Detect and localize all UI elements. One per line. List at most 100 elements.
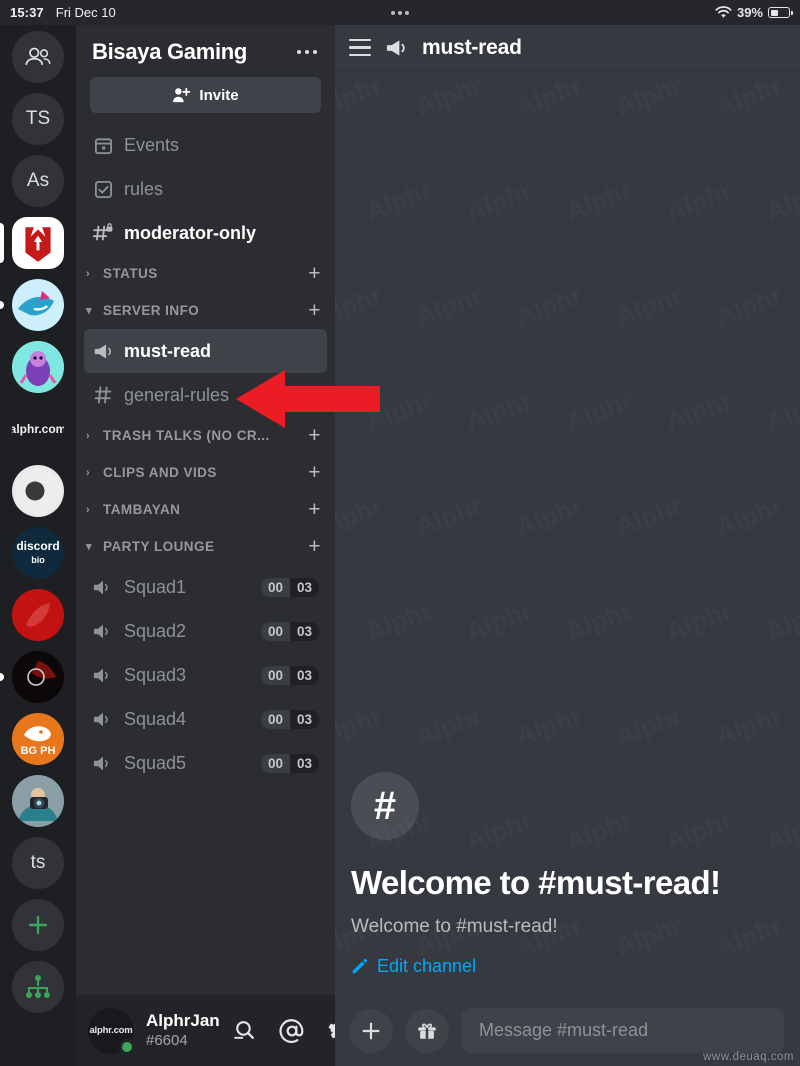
rail-server-photographer[interactable] — [0, 775, 76, 827]
background-watermark: Alphr — [712, 700, 786, 752]
photographer-avatar — [12, 775, 64, 827]
background-watermark: Alphr — [412, 71, 486, 123]
voice-capacity-badge: 00 03 — [260, 753, 319, 773]
channel-squad5[interactable]: Squad5 00 03 — [84, 741, 327, 785]
voice-capacity-badge: 00 03 — [260, 621, 319, 641]
rail-avatar-label: TS — [12, 93, 64, 145]
chevron-right-icon: › — [86, 267, 91, 280]
category-tambayan[interactable]: › TAMBAYAN + — [80, 491, 331, 528]
channel-label: rules — [124, 178, 164, 199]
rail-server-ts-lower[interactable]: ts — [0, 837, 76, 889]
rail-server-bgph[interactable]: BG PH — [0, 713, 76, 765]
svg-text:BG PH: BG PH — [21, 745, 56, 757]
add-channel-button[interactable]: + — [302, 462, 321, 483]
background-watermark: Alphr — [335, 700, 386, 752]
channel-squad1[interactable]: Squad1 00 03 — [84, 565, 327, 609]
background-watermark: Alphr — [512, 280, 586, 332]
channel-squad2[interactable]: Squad2 00 03 — [84, 609, 327, 653]
avatar[interactable]: alphr.com — [88, 1007, 135, 1055]
welcome-block: # Welcome to #must-read! Welcome to #mus… — [351, 772, 780, 977]
background-watermark: Alphr — [612, 700, 686, 752]
search-icon[interactable] — [232, 1018, 257, 1043]
rail-server-ts[interactable]: TS — [0, 93, 76, 145]
channel-sidebar: Bisaya Gaming Invite Events rules moderato… — [76, 25, 352, 1066]
server-rail[interactable]: TS As alphr.com discord bio BG PH ts — [0, 25, 76, 1066]
background-watermark: Alphr — [412, 700, 486, 752]
add-channel-button[interactable]: + — [302, 499, 321, 520]
channel-squad3[interactable]: Squad3 00 03 — [84, 653, 327, 697]
channel-label: Squad3 — [124, 664, 187, 685]
background-watermark: Alphr — [412, 280, 486, 332]
background-watermark: Alphr — [512, 700, 586, 752]
wifi-icon — [715, 6, 732, 18]
category-party-lounge[interactable]: ▾ PARTY LOUNGE + — [80, 528, 331, 565]
message-composer: Message #must-read www.deuaq.com — [335, 995, 800, 1066]
channel-list[interactable]: Events rules moderator-only › STATUS + ▾ SERVER… — [76, 123, 335, 995]
background-watermark: Alphr — [462, 385, 536, 437]
add-channel-button[interactable]: + — [302, 300, 321, 321]
edit-channel-link[interactable]: Edit channel — [351, 956, 780, 977]
channel-squad4[interactable]: Squad4 00 03 — [84, 697, 327, 741]
chat-message-area[interactable]: # Welcome to #must-read! Welcome to #mus… — [335, 71, 800, 995]
status-bar: 15:37 Fri Dec 10 39% — [0, 0, 800, 25]
rail-server-a-logo[interactable] — [0, 465, 76, 517]
channel-events[interactable]: Events — [84, 123, 327, 167]
background-watermark: Alphr — [762, 595, 800, 647]
background-watermark: Alphr — [335, 280, 386, 332]
voice-limit-count: 03 — [289, 753, 319, 773]
red-pointer-arrow — [236, 370, 380, 428]
rail-avatar-label: alphr.com — [12, 403, 64, 455]
server-options-button[interactable] — [295, 44, 320, 61]
voice-occupied-count: 00 — [260, 753, 290, 773]
splatter-avatar — [12, 651, 64, 703]
background-watermark: Alphr — [712, 490, 786, 542]
speaker-icon — [92, 708, 114, 730]
add-attachment-button[interactable] — [349, 1008, 393, 1053]
red-banner-icon — [12, 217, 64, 269]
server-name[interactable]: Bisaya Gaming — [92, 39, 247, 65]
background-watermark: Alphr — [612, 71, 686, 123]
channel-label: Squad2 — [124, 620, 187, 641]
edit-channel-label: Edit channel — [377, 956, 477, 976]
rail-server-as[interactable]: As — [0, 155, 76, 207]
mentions-icon[interactable] — [279, 1018, 305, 1044]
category-status[interactable]: › STATUS + — [80, 255, 331, 292]
background-watermark: Alphr — [712, 71, 786, 123]
category-label: CLIPS AND VIDS — [103, 465, 217, 480]
chat-column: must-read # Welcome to #must-read! Welco… — [335, 25, 800, 1066]
channel-moderator-only[interactable]: moderator-only — [84, 211, 327, 255]
rail-server-alphr[interactable]: alphr.com — [0, 403, 76, 455]
rail-server-dark-splatter[interactable] — [0, 651, 76, 703]
rail-server-red-avatar[interactable] — [0, 589, 76, 641]
background-watermark: Alphr — [762, 175, 800, 227]
channel-rules[interactable]: rules — [84, 167, 327, 211]
background-watermark: Alphr — [512, 71, 586, 123]
rail-server-discord-bio[interactable]: discord bio — [0, 527, 76, 579]
invite-button[interactable]: Invite — [90, 77, 321, 113]
rail-friends-home[interactable] — [0, 31, 76, 83]
background-watermark: Alphr — [612, 490, 686, 542]
status-bar-date: Fri Dec 10 — [55, 5, 116, 20]
rail-server-purple-character[interactable] — [0, 341, 76, 393]
message-input[interactable]: Message #must-read — [461, 1008, 784, 1053]
add-channel-button[interactable]: + — [302, 536, 321, 557]
background-watermark: Alphr — [562, 385, 636, 437]
category-server-info[interactable]: ▾ SERVER INFO + — [80, 292, 331, 329]
gift-button[interactable] — [405, 1008, 449, 1053]
app-body: TS As alphr.com discord bio BG PH ts Bisaya Ga… — [0, 25, 800, 1066]
category-clips-and-vids[interactable]: › CLIPS AND VIDS + — [80, 454, 331, 491]
add-channel-button[interactable]: + — [302, 263, 321, 284]
background-watermark: Alphr — [512, 490, 586, 542]
rail-avatar-label: As — [12, 155, 64, 207]
voice-capacity-badge: 00 03 — [260, 665, 319, 685]
rail-explore-servers[interactable] — [0, 961, 76, 1013]
rail-server-shark[interactable] — [0, 279, 76, 331]
gift-icon — [418, 1023, 436, 1039]
rail-server-bisaya-gaming[interactable] — [0, 217, 76, 269]
channel-label: Squad5 — [124, 752, 187, 773]
rail-add-server[interactable] — [0, 899, 76, 951]
background-watermark: Alphr — [362, 595, 436, 647]
hamburger-menu-icon[interactable] — [349, 38, 371, 57]
discord-mobile-app: 15:37 Fri Dec 10 39% TS As alphr.com discor… — [0, 0, 800, 1066]
user-discriminator: #6604 — [146, 1031, 188, 1049]
